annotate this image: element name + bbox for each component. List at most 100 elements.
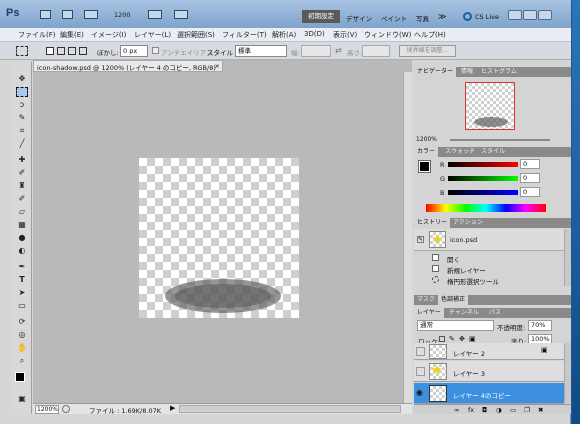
menu-edit[interactable]: 編集(E) [60,30,84,40]
status-icon[interactable] [62,405,70,413]
add-selection-icon[interactable] [57,47,65,55]
menu-select[interactable]: 選択範囲(S) [177,30,215,40]
layer-row[interactable]: レイヤー 2 ▣ [414,343,564,360]
zoom-tool-icon[interactable]: ⌕ [16,356,28,366]
lock-transparency-icon[interactable] [439,336,445,342]
document-canvas[interactable] [139,158,299,318]
lock-all-icon[interactable]: ▣ [469,335,476,343]
document-tab[interactable]: icon-shadow.psd @ 1200% (レイヤー 4 のコピー, RG… [33,60,223,72]
horizontal-scrollbar[interactable] [179,405,401,413]
layer-row-selected[interactable]: ◉ レイヤー 4のコピー [414,383,564,404]
marquee-tool-preset-icon[interactable] [16,46,28,56]
style-select[interactable]: 標準 [235,45,287,57]
link-layers-icon[interactable]: ∞ [454,406,459,414]
tab-channels[interactable]: チャンネル [446,308,482,318]
layers-scrollbar[interactable] [564,343,571,403]
3d-orbit-tool-icon[interactable]: ◎ [16,330,28,340]
layer-style-icon[interactable]: fx [468,406,474,414]
crop-tool-icon[interactable]: ⌗ [16,126,28,136]
quick-select-tool-icon[interactable]: ✎ [16,113,28,123]
tab-info[interactable]: 情報 [458,67,476,77]
color-foreground-swatch[interactable] [418,160,431,173]
history-item[interactable]: 開く [414,252,564,264]
vertical-scrollbar[interactable] [403,72,412,403]
menu-filter[interactable]: フィルター(T) [222,30,267,40]
history-item[interactable]: 楕円形選択ツール [414,274,564,286]
more-workspaces-button[interactable]: ≫ [438,12,446,21]
workspace-photo-button[interactable]: 写真 [416,13,429,23]
workspace-design-button[interactable]: デザイン [346,13,372,23]
tab-actions[interactable]: アクション [450,218,486,228]
layer-eye-icon[interactable]: ◉ [416,388,423,397]
tab-masks[interactable]: マスク [414,295,438,305]
menu-analysis[interactable]: 解析(A) [272,30,296,40]
healing-brush-tool-icon[interactable]: ✚ [16,155,28,165]
antialias-checkbox[interactable] [152,47,159,54]
tab-history[interactable]: ヒストリー [414,218,451,228]
marquee-tool-icon[interactable] [16,87,28,97]
history-snapshot[interactable]: ✎ ★ icon.psd [414,229,564,251]
pen-tool-icon[interactable]: ✒ [16,262,28,272]
workspace-paint-button[interactable]: ペイント [381,13,407,23]
eraser-tool-icon[interactable]: ▱ [16,207,28,217]
new-group-icon[interactable]: ▭ [510,406,516,414]
intersect-selection-icon[interactable] [79,47,87,55]
shape-tool-icon[interactable]: ▭ [16,301,28,311]
green-slider[interactable] [448,176,518,181]
swap-dimensions-icon[interactable]: ⇄ [335,46,342,55]
delete-layer-icon[interactable]: ✖ [538,406,543,414]
layer-row[interactable]: ★ レイヤー 3 [414,361,564,382]
tab-swatches[interactable]: スウォッチ [442,147,478,157]
navigator-thumbnail[interactable] [465,82,515,130]
layer-visibility-toggle[interactable] [416,367,425,376]
adjustment-layer-icon[interactable]: ◑ [496,406,502,414]
width-input[interactable] [301,45,331,57]
blue-slider[interactable] [448,190,518,195]
tab-styles[interactable]: スタイル [478,147,508,157]
green-value[interactable]: 0 [520,173,540,183]
dodge-tool-icon[interactable]: ◐ [16,246,28,256]
zoom-field[interactable]: 1200% [35,405,59,414]
feather-input[interactable]: 0 px [120,45,148,57]
blur-tool-icon[interactable]: ● [16,233,28,243]
blend-mode-select[interactable]: 通常 [417,320,494,331]
menu-window[interactable]: ウィンドウ(W) [364,30,411,40]
clone-stamp-tool-icon[interactable]: ♜ [16,181,28,191]
layer-visibility-toggle[interactable] [416,347,425,356]
history-scrollbar[interactable] [564,229,571,286]
hand-tool-icon[interactable]: ✋ [16,343,28,353]
document-close-icon[interactable]: × [215,62,220,70]
screen-mode-icon[interactable] [174,10,188,19]
gradient-tool-icon[interactable]: ▦ [16,220,28,230]
new-layer-icon[interactable]: ❐ [524,406,530,414]
menu-help[interactable]: ヘルプ(H) [414,30,446,40]
add-mask-icon[interactable]: ◘ [482,406,487,414]
menu-file[interactable]: ファイル(F) [18,30,56,40]
brush-tool-icon[interactable]: ✐ [16,168,28,178]
menu-view[interactable]: 表示(V) [333,30,357,40]
foreground-color-swatch[interactable] [15,372,25,382]
history-item[interactable]: 新規レイヤー [414,263,564,275]
history-brush-source-icon[interactable]: ✎ [417,236,424,243]
blue-value[interactable]: 0 [520,187,540,197]
menu-3d[interactable]: 3D(D) [304,30,325,38]
view-extras-icon[interactable] [84,10,98,19]
opacity-input[interactable]: 70% [528,320,552,331]
tab-layers[interactable]: レイヤー [414,308,444,318]
subtract-selection-icon[interactable] [68,47,76,55]
tab-color[interactable]: カラー [414,147,439,157]
close-button[interactable] [538,10,552,20]
cs-live-button[interactable]: CS Live [475,13,499,21]
arrange-documents-icon[interactable] [148,10,162,19]
eyedropper-tool-icon[interactable]: ╱ [16,139,28,149]
red-value[interactable]: 0 [520,159,540,169]
lock-pixels-icon[interactable]: ✎ [449,335,455,343]
tab-navigator[interactable]: ナビゲーター [414,67,457,77]
navigator-zoom-slider[interactable] [450,139,550,141]
quick-mask-icon[interactable]: ▣ [16,394,28,404]
zoom-level-menu[interactable]: 1200 [114,11,131,19]
move-tool-icon[interactable]: ✥ [16,74,28,84]
refine-edge-button[interactable]: 境界線を調整... [399,45,456,57]
path-selection-tool-icon[interactable]: ➤ [16,288,28,298]
maximize-button[interactable] [523,10,537,20]
